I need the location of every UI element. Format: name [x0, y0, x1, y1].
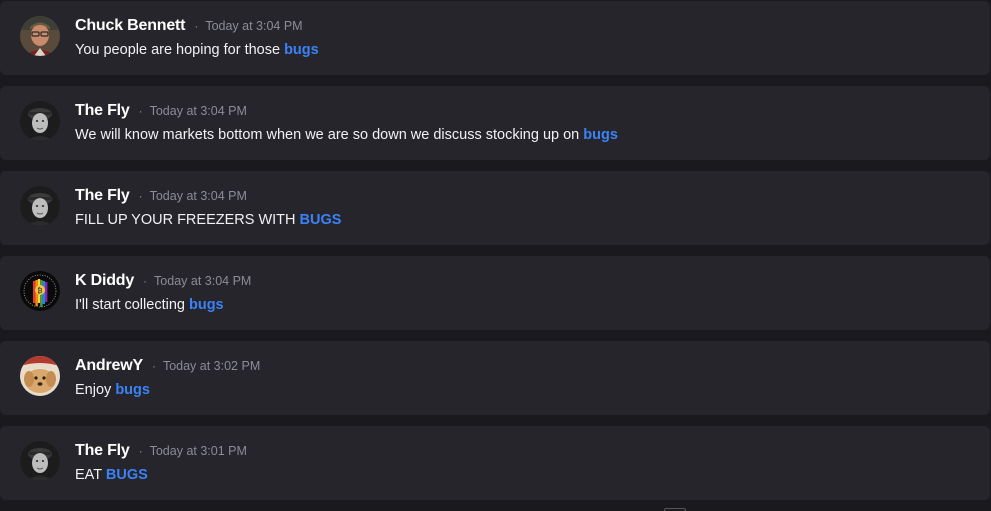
message-text: I'll start collecting bugs: [75, 297, 224, 313]
tag-link[interactable]: bugs: [284, 42, 319, 58]
chuck-bennett-avatar-icon[interactable]: [20, 16, 60, 56]
message-card[interactable]: ₿ K Diddy · Today at 3:04 PM I'll start …: [0, 256, 990, 330]
username[interactable]: The Fly: [75, 102, 130, 120]
separator-dot: ·: [138, 104, 143, 118]
username[interactable]: The Fly: [75, 442, 130, 460]
message-body: FILL UP YOUR FREEZERS WITH: [75, 212, 300, 228]
avatar-photo-icon: [20, 16, 60, 56]
the-fly-avatar-icon[interactable]: [20, 441, 60, 481]
message-text: EAT BUGS: [75, 467, 148, 483]
tag-link[interactable]: BUGS: [300, 212, 342, 228]
message-header: The Fly · Today at 3:04 PM: [75, 101, 247, 121]
avatar-photo-icon: [20, 441, 60, 481]
message-header: K Diddy · Today at 3:04 PM: [75, 271, 251, 291]
avatar-photo-icon: [20, 186, 60, 226]
message-feed: Chuck Bennett · Today at 3:04 PM You peo…: [0, 0, 991, 511]
message-text: We will know markets bottom when we are …: [75, 127, 618, 143]
timestamp[interactable]: Today at 3:04 PM: [150, 104, 247, 118]
message-header: Chuck Bennett · Today at 3:04 PM: [75, 16, 303, 36]
the-fly-avatar-icon[interactable]: [20, 101, 60, 141]
message-body: You people are hoping for those: [75, 42, 285, 58]
message-body: EAT: [75, 467, 106, 483]
username[interactable]: The Fly: [75, 187, 130, 205]
message-card[interactable]: Chuck Bennett · Today at 3:04 PM You peo…: [0, 1, 990, 75]
message-body: Enjoy: [75, 382, 116, 398]
message-body: We will know markets bottom when we are …: [75, 127, 584, 143]
tag-link[interactable]: bugs: [583, 127, 618, 143]
timestamp[interactable]: Today at 3:04 PM: [154, 274, 251, 288]
separator-dot: ·: [194, 19, 199, 33]
timestamp[interactable]: Today at 3:04 PM: [150, 189, 247, 203]
message-body: I'll start collecting: [75, 297, 189, 313]
message-header: The Fly · Today at 3:01 PM: [75, 441, 247, 461]
message-text: FILL UP YOUR FREEZERS WITH BUGS: [75, 212, 341, 228]
separator-dot: ·: [138, 444, 143, 458]
username[interactable]: AndrewY: [75, 357, 143, 375]
username[interactable]: Chuck Bennett: [75, 17, 186, 35]
timestamp[interactable]: Today at 3:01 PM: [150, 444, 247, 458]
k-diddy-avatar-icon[interactable]: ₿: [20, 271, 60, 311]
andrewy-avatar-icon[interactable]: [20, 356, 60, 396]
message-card[interactable]: AndrewY · Today at 3:02 PM Enjoy bugs: [0, 341, 990, 415]
separator-dot: ·: [138, 189, 143, 203]
avatar-photo-icon: [20, 101, 60, 141]
timestamp[interactable]: Today at 3:02 PM: [163, 359, 260, 373]
timestamp[interactable]: Today at 3:04 PM: [205, 19, 302, 33]
tag-link[interactable]: BUGS: [106, 467, 148, 483]
separator-dot: ·: [143, 274, 148, 288]
avatar-puppy-icon: [20, 356, 60, 396]
svg-text:₿: ₿: [37, 287, 42, 295]
message-header: The Fly · Today at 3:04 PM: [75, 186, 247, 206]
username[interactable]: K Diddy: [75, 272, 134, 290]
message-header: AndrewY · Today at 3:02 PM: [75, 356, 260, 376]
tag-link[interactable]: bugs: [115, 382, 150, 398]
tag-link[interactable]: bugs: [189, 297, 224, 313]
separator-dot: ·: [151, 359, 156, 373]
message-card[interactable]: The Fly · Today at 3:04 PM We will know …: [0, 86, 990, 160]
message-text: You people are hoping for those bugs: [75, 42, 319, 58]
message-card[interactable]: The Fly · Today at 3:04 PM FILL UP YOUR …: [0, 171, 990, 245]
message-text: Enjoy bugs: [75, 382, 150, 398]
message-card[interactable]: The Fly · Today at 3:01 PM EAT BUGS: [0, 426, 990, 500]
avatar-rainbow-coin-icon: ₿: [20, 271, 60, 311]
the-fly-avatar-icon[interactable]: [20, 186, 60, 226]
